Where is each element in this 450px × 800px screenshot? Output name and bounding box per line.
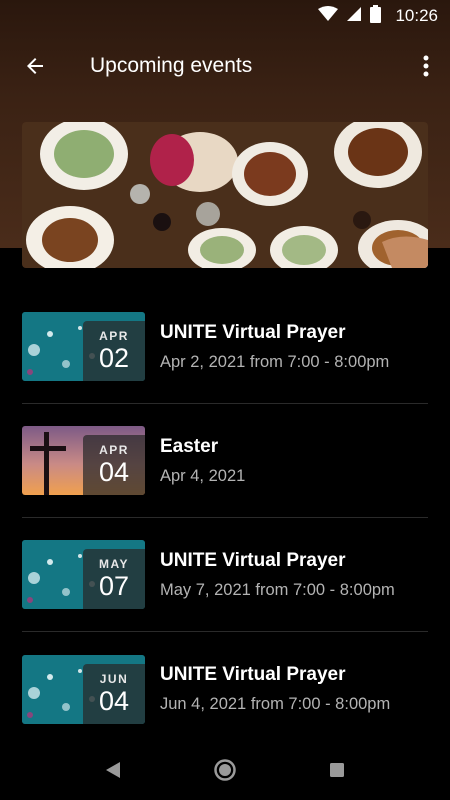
event-item[interactable]: MAY 07 UNITE Virtual Prayer May 7, 2021 … bbox=[22, 518, 428, 632]
event-item[interactable]: JUN 04 UNITE Virtual Prayer Jun 4, 2021 … bbox=[22, 632, 428, 746]
date-badge: APR 02 bbox=[83, 321, 145, 381]
event-month: MAY bbox=[98, 557, 130, 571]
back-button[interactable] bbox=[0, 32, 70, 100]
event-title: UNITE Virtual Prayer bbox=[160, 549, 346, 571]
triangle-back-icon bbox=[106, 762, 120, 778]
event-month: APR bbox=[99, 443, 129, 457]
signal-icon bbox=[346, 6, 362, 27]
date-badge: JUN 04 bbox=[83, 663, 145, 724]
event-datetime: Jun 4, 2021 from 7:00 - 8:00pm bbox=[160, 695, 391, 713]
nav-recents-button[interactable] bbox=[281, 740, 393, 800]
app-bar: Upcoming events bbox=[0, 32, 450, 100]
more-vert-icon bbox=[423, 55, 429, 77]
date-badge: APR 04 bbox=[83, 435, 145, 495]
event-day: 02 bbox=[98, 343, 130, 373]
wifi-icon bbox=[318, 5, 339, 27]
square-recents-icon bbox=[330, 763, 344, 777]
status-time: 10:26 bbox=[395, 6, 438, 25]
event-thumbnail: MAY 07 bbox=[22, 540, 145, 609]
circle-home-icon bbox=[214, 759, 236, 781]
event-list: APR 02 UNITE Virtual Prayer Apr 2, 2021 … bbox=[0, 290, 450, 746]
date-badge: MAY 07 bbox=[83, 549, 145, 609]
nav-home-button[interactable] bbox=[169, 740, 281, 800]
event-title: Easter bbox=[160, 435, 219, 457]
event-day: 07 bbox=[98, 571, 130, 601]
event-datetime: Apr 4, 2021 bbox=[160, 466, 246, 485]
battery-icon bbox=[370, 4, 382, 28]
event-title: UNITE Virtual Prayer bbox=[160, 321, 346, 343]
arrow-back-icon bbox=[27, 58, 43, 74]
event-item[interactable]: APR 02 UNITE Virtual Prayer Apr 2, 2021 … bbox=[22, 290, 428, 404]
event-item[interactable]: APR 04 Easter Apr 4, 2021 bbox=[22, 404, 428, 518]
more-options-button[interactable] bbox=[402, 32, 450, 100]
event-thumbnail: JUN 04 bbox=[22, 654, 145, 724]
event-datetime: Apr 2, 2021 from 7:00 - 8:00pm bbox=[160, 352, 390, 371]
status-bar: 10:26 bbox=[0, 0, 450, 32]
event-day: 04 bbox=[98, 685, 130, 716]
event-thumbnail: APR 04 bbox=[22, 426, 145, 495]
event-thumbnail: APR 02 bbox=[22, 312, 145, 381]
event-title: UNITE Virtual Prayer bbox=[160, 664, 346, 685]
nav-back-button[interactable] bbox=[57, 740, 169, 800]
system-nav-bar bbox=[0, 740, 450, 800]
page-title: Upcoming events bbox=[90, 54, 253, 77]
event-month: JUN bbox=[99, 671, 129, 686]
hero-image bbox=[22, 122, 428, 268]
event-datetime: May 7, 2021 from 7:00 - 8:00pm bbox=[160, 580, 395, 599]
event-month: APR bbox=[99, 329, 129, 343]
event-day: 04 bbox=[98, 457, 130, 487]
